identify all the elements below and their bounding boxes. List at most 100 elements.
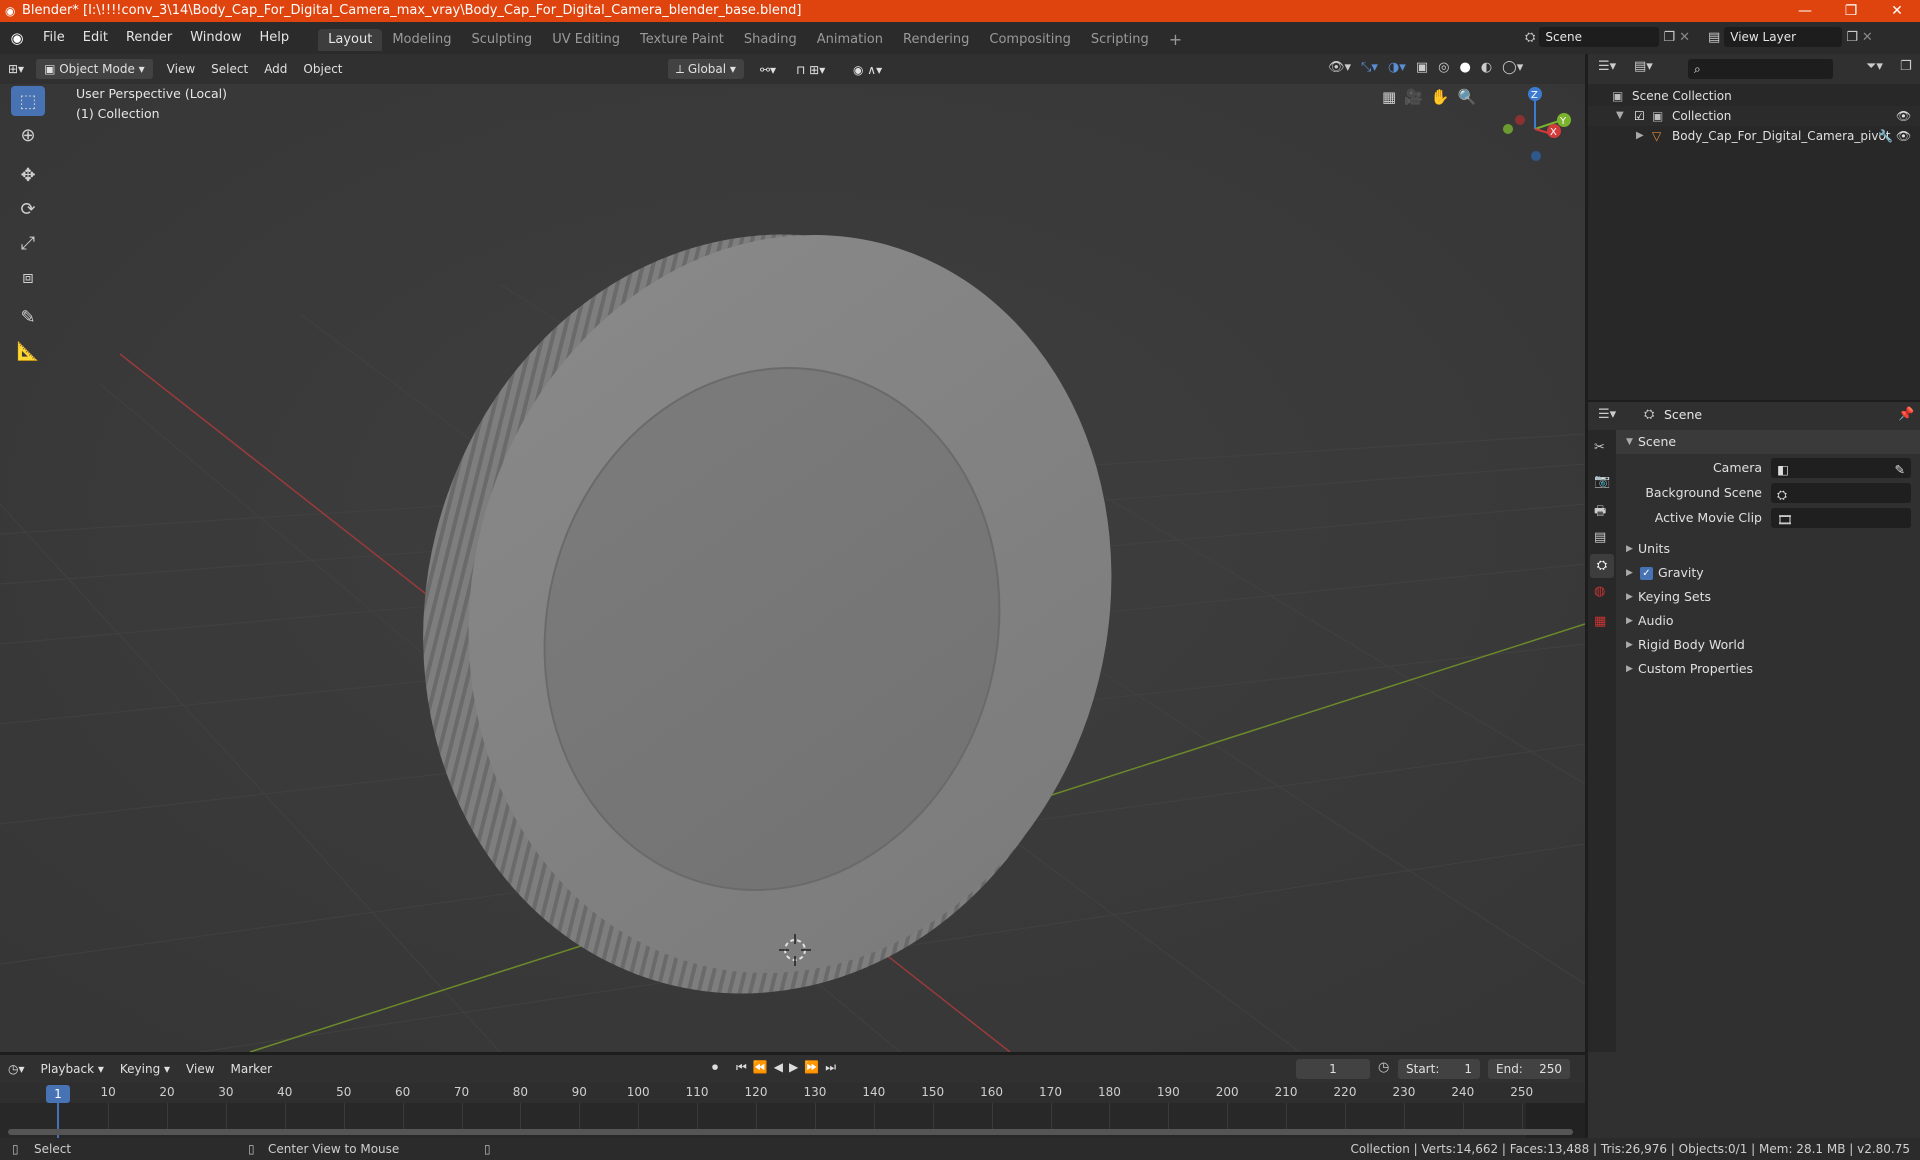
tool-tab-icon[interactable]: ✂: [1594, 440, 1605, 455]
overlay-toggle-icon[interactable]: ◑▾: [1388, 60, 1406, 75]
current-frame-field[interactable]: 1: [1296, 1059, 1370, 1079]
add-workspace-icon[interactable]: +: [1159, 29, 1192, 51]
tab-rendering[interactable]: Rendering: [893, 29, 979, 51]
object-eye-icon[interactable]: 👁: [1896, 126, 1911, 146]
delete-view-layer-icon[interactable]: ✕: [1862, 30, 1873, 45]
gravity-section[interactable]: ▶ ✓ Gravity: [1616, 561, 1920, 585]
view-layer-icon[interactable]: ▤: [1708, 30, 1720, 45]
menu-playback[interactable]: Playback ▾: [33, 1057, 112, 1081]
play-icon[interactable]: ▶: [789, 1060, 798, 1075]
camera-field[interactable]: ◧ ✎: [1771, 458, 1911, 478]
measure-tool[interactable]: 📐: [11, 336, 45, 366]
new-view-layer-icon[interactable]: ❐: [1846, 30, 1858, 45]
tab-animation[interactable]: Animation: [807, 29, 893, 51]
rigid-body-world-section[interactable]: ▶ Rigid Body World: [1616, 633, 1920, 657]
snap-icon[interactable]: ⊓ ⊞▾: [788, 58, 833, 82]
background-scene-field[interactable]: ⛭: [1771, 483, 1911, 503]
menu-file[interactable]: File: [34, 22, 74, 54]
minimize-button[interactable]: —: [1782, 0, 1828, 22]
menu-view[interactable]: View: [159, 57, 203, 81]
visibility-icon[interactable]: 👁▾: [1328, 60, 1351, 75]
new-collection-icon[interactable]: ❐: [1900, 59, 1912, 74]
eye-icon[interactable]: 👁: [1896, 106, 1911, 126]
solid-shading-icon[interactable]: ●: [1459, 60, 1470, 75]
tab-compositing[interactable]: Compositing: [979, 29, 1081, 51]
rendered-shading-icon[interactable]: ◯▾: [1502, 60, 1523, 75]
grid-view-icon[interactable]: ▦: [1382, 88, 1396, 106]
annotate-tool[interactable]: ✎: [11, 302, 45, 332]
menu-keying[interactable]: Keying ▾: [112, 1057, 178, 1081]
world-tab-icon[interactable]: ◍: [1594, 584, 1605, 599]
output-tab-icon[interactable]: 🖶: [1594, 502, 1606, 524]
modifier-wrench-icon[interactable]: 🔧: [1878, 126, 1893, 146]
menu-edit[interactable]: Edit: [74, 22, 117, 54]
scene-icon[interactable]: ⛭: [1525, 30, 1535, 45]
material-shading-icon[interactable]: ◐: [1481, 60, 1492, 75]
keying-sets-section[interactable]: ▶ Keying Sets: [1616, 585, 1920, 609]
active-movie-clip-field[interactable]: 🎞: [1771, 508, 1911, 528]
select-box-tool[interactable]: ⬚: [11, 86, 45, 116]
prev-keyframe-icon[interactable]: ⏪: [753, 1060, 768, 1075]
menu-select[interactable]: Select: [203, 57, 256, 81]
menu-help[interactable]: Help: [251, 22, 299, 54]
new-scene-icon[interactable]: ❐: [1663, 30, 1675, 45]
outliner-search-input[interactable]: ⌕: [1688, 59, 1833, 79]
transform-tool[interactable]: ⧈: [11, 262, 45, 292]
tab-texture-paint[interactable]: Texture Paint: [630, 29, 734, 51]
rotate-tool[interactable]: ⟳: [11, 194, 45, 224]
gizmo-toggle-icon[interactable]: ⤡▾: [1361, 60, 1378, 75]
collapse-chevron-icon[interactable]: ▼: [1616, 106, 1624, 126]
view-layer-field[interactable]: View Layer: [1724, 27, 1843, 47]
zoom-icon[interactable]: 🔍: [1458, 88, 1477, 106]
tab-layout[interactable]: Layout: [318, 29, 383, 51]
navigation-gizmo[interactable]: Z Y X: [1490, 84, 1580, 174]
tab-modeling[interactable]: Modeling: [382, 29, 461, 51]
record-icon[interactable]: ⏺: [712, 1060, 718, 1075]
outliner-row-collection[interactable]: ▼ ☑ ▣ Collection 👁: [1588, 106, 1920, 126]
tab-sculpting[interactable]: Sculpting: [461, 29, 542, 51]
tab-shading[interactable]: Shading: [734, 29, 807, 51]
menu-add[interactable]: Add: [256, 57, 295, 81]
properties-editor-type-icon[interactable]: ☰▾: [1598, 407, 1616, 422]
proportional-edit-icon[interactable]: ◉ ∧▾: [845, 58, 890, 82]
custom-properties-section[interactable]: ▶ Custom Properties: [1616, 657, 1920, 681]
playhead-frame[interactable]: 1: [46, 1085, 70, 1103]
next-keyframe-icon[interactable]: ⏩: [804, 1060, 819, 1075]
wireframe-shading-icon[interactable]: ◎: [1438, 60, 1449, 75]
cursor-tool[interactable]: ⊕: [11, 120, 45, 150]
audio-section[interactable]: ▶ Audio: [1616, 609, 1920, 633]
play-reverse-icon[interactable]: ◀: [774, 1060, 783, 1075]
render-tab-icon[interactable]: 📷: [1594, 474, 1610, 489]
display-mode-icon[interactable]: ▤▾: [1634, 59, 1653, 74]
menu-object[interactable]: Object: [295, 57, 350, 81]
timeline-scrollbar[interactable]: [8, 1129, 1573, 1135]
start-frame-field[interactable]: Start: 1: [1398, 1059, 1480, 1079]
timeline-editor-type-icon[interactable]: ◷▾: [0, 1057, 33, 1081]
outliner-editor-type-icon[interactable]: ☰▾: [1598, 59, 1616, 74]
xray-icon[interactable]: ▣: [1416, 60, 1428, 75]
move-tool[interactable]: ✥: [11, 160, 45, 190]
units-section[interactable]: ▶ Units: [1616, 537, 1920, 561]
camera-view-icon[interactable]: 🎥: [1404, 88, 1423, 106]
gravity-checkbox[interactable]: ✓: [1640, 567, 1653, 580]
blender-menu-icon[interactable]: ◉: [0, 29, 34, 47]
jump-end-icon[interactable]: ⏭: [825, 1060, 836, 1075]
stopwatch-icon[interactable]: ◷: [1378, 1060, 1389, 1075]
view-layer-tab-icon[interactable]: ▤: [1594, 530, 1606, 545]
menu-window[interactable]: Window: [181, 22, 250, 54]
scene-field[interactable]: Scene: [1539, 27, 1660, 47]
filter-icon[interactable]: ⏷▾: [1866, 59, 1883, 74]
expand-chevron-icon[interactable]: ▶: [1636, 126, 1644, 146]
delete-scene-icon[interactable]: ✕: [1679, 30, 1690, 45]
timeline-panel[interactable]: 10 20 30 40 50 60 70 80 90 100 110 120 130 140 150 160 1…: [0, 1083, 1585, 1139]
jump-start-icon[interactable]: ⏮: [736, 1060, 747, 1075]
restore-button[interactable]: ❐: [1828, 0, 1874, 22]
outliner-row-scene-collection[interactable]: ▣ Scene Collection: [1588, 86, 1920, 106]
menu-marker[interactable]: Marker: [223, 1057, 280, 1081]
menu-timeline-view[interactable]: View: [178, 1057, 222, 1081]
pivot-icon[interactable]: ⚯▾: [752, 58, 784, 82]
pan-hand-icon[interactable]: ✋: [1431, 88, 1450, 106]
texture-tab-icon[interactable]: ▦: [1594, 614, 1606, 629]
3d-viewport[interactable]: ⬚ ⊕ ✥ ⟳ ⤢ ⧈ ✎ 📐 User Perspective (Local)…: [0, 84, 1585, 1052]
editor-type-icon[interactable]: ⊞▾: [0, 57, 32, 81]
